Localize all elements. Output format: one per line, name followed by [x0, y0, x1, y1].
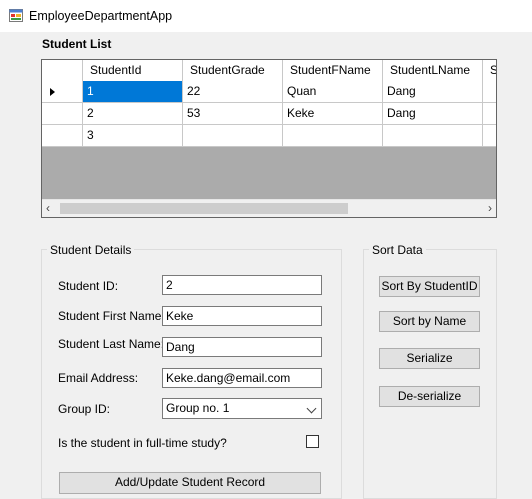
add-update-record-button[interactable]: Add/Update Student Record [59, 472, 321, 494]
scroll-left-icon[interactable]: ‹ [46, 201, 50, 215]
window-title: EmployeeDepartmentApp [29, 9, 173, 23]
table-cell[interactable] [283, 125, 383, 146]
group-id-select[interactable]: Group no. 1 [162, 398, 322, 419]
table-cell[interactable] [483, 103, 496, 124]
email-label: Email Address: [58, 371, 139, 385]
student-id-field[interactable]: 2 [162, 275, 322, 295]
table-cell[interactable] [383, 125, 483, 146]
table-cell[interactable]: 22 [183, 81, 283, 102]
table-row[interactable]: 2 53 Keke Dang [42, 103, 496, 125]
group-id-selected-value: Group no. 1 [166, 401, 230, 415]
scroll-thumb[interactable] [60, 203, 348, 214]
app-icon [9, 9, 23, 22]
first-name-field[interactable]: Keke [162, 306, 322, 326]
student-data-grid[interactable]: StudentId StudentGrade StudentFName Stud… [41, 59, 497, 218]
first-name-label: Student First Name: [58, 309, 165, 323]
last-name-label: Student Last Name: [58, 337, 165, 351]
table-row[interactable]: 3 [42, 125, 496, 147]
table-row[interactable]: 1 22 Quan Dang [42, 81, 496, 103]
sort-data-group-label: Sort Data [369, 243, 426, 257]
row-header[interactable] [42, 103, 83, 124]
group-id-label: Group ID: [58, 402, 111, 416]
grid-header: StudentId StudentGrade StudentFName Stud… [42, 60, 496, 82]
last-name-field[interactable]: Dang [162, 337, 322, 357]
column-header-studentfname[interactable]: StudentFName [283, 60, 383, 81]
student-list-title: Student List [42, 37, 112, 51]
grid-corner-header[interactable] [42, 60, 83, 81]
table-cell[interactable]: Dang [383, 103, 483, 124]
horizontal-scrollbar[interactable]: ‹ › [42, 199, 496, 217]
chevron-down-icon [306, 403, 317, 414]
sort-by-studentid-button[interactable]: Sort By StudentID [379, 276, 480, 297]
table-cell[interactable]: Keke [283, 103, 383, 124]
title-bar: EmployeeDepartmentApp [0, 0, 532, 32]
deserialize-button[interactable]: De-serialize [379, 386, 480, 407]
column-header-studentid[interactable]: StudentId [83, 60, 183, 81]
student-id-label: Student ID: [58, 279, 119, 293]
table-cell[interactable]: 3 [83, 125, 183, 146]
column-header-studentgrade[interactable]: StudentGrade [183, 60, 283, 81]
email-field[interactable]: Keke.dang@email.com [162, 368, 322, 388]
sort-by-name-button[interactable]: Sort by Name [379, 311, 480, 332]
table-cell[interactable]: Quan [283, 81, 383, 102]
table-cell[interactable] [483, 125, 496, 146]
table-cell[interactable] [183, 125, 283, 146]
scroll-right-icon[interactable]: › [488, 201, 492, 215]
fulltime-checkbox[interactable] [306, 435, 319, 448]
table-cell[interactable]: 1 [83, 81, 183, 102]
table-cell[interactable]: 53 [183, 103, 283, 124]
table-cell[interactable]: 2 [83, 103, 183, 124]
column-header-partial[interactable]: S [483, 60, 496, 81]
row-header[interactable] [42, 81, 83, 102]
fulltime-label: Is the student in full-time study? [58, 436, 227, 450]
table-cell[interactable] [483, 81, 496, 102]
serialize-button[interactable]: Serialize [379, 348, 480, 369]
current-row-arrow-icon [50, 88, 55, 96]
row-header[interactable] [42, 125, 83, 146]
student-details-group-label: Student Details [47, 243, 135, 257]
table-cell[interactable]: Dang [383, 81, 483, 102]
column-header-studentlname[interactable]: StudentLName [383, 60, 483, 81]
